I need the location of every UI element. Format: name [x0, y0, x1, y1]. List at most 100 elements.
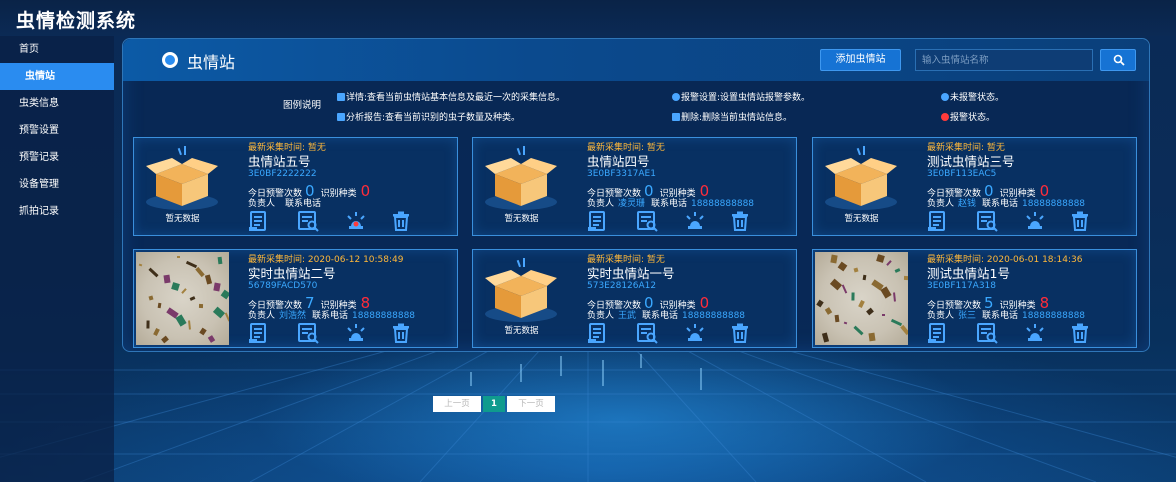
sidebar-item-capture-records[interactable]: 抓拍记录 — [0, 198, 114, 225]
station-thumbnail: 暂无数据 — [815, 140, 908, 233]
latest-time-value: 暂无 — [307, 143, 326, 153]
station-card[interactable]: 暂无数据 最新采集时间: 暂无 虫情站四号 3E0BF3317AE1 今日预警次数 0 识别… — [472, 137, 797, 236]
delete-icon[interactable] — [390, 322, 412, 344]
stats-row: 今日预警次数 0 识别种类 0 — [927, 182, 1137, 200]
person-name[interactable]: 凌灵珊 — [618, 199, 645, 209]
analysis-report-icon[interactable] — [636, 322, 658, 344]
capture-photo[interactable] — [136, 252, 229, 345]
station-card[interactable]: 暂无数据 最新采集时间: 暂无 测试虫情站三号 3E0BF113EAC5 今日预警次数 0… — [812, 137, 1137, 236]
detail-icon[interactable] — [927, 322, 949, 344]
station-info: 最新采集时间: 2020-06-12 10:58:49 实时虫情站二号 56789F… — [248, 254, 458, 344]
station-search-input[interactable] — [915, 49, 1093, 71]
station-name[interactable]: 实时虫情站一号 — [587, 266, 797, 281]
analysis-report-icon[interactable] — [297, 210, 319, 232]
legend-not-alarmed: 未报警状态。 — [941, 90, 1004, 103]
detail-icon — [337, 93, 345, 101]
card-actions — [927, 322, 1127, 344]
empty-box-icon — [136, 144, 229, 217]
empty-box-icon — [475, 256, 568, 329]
alarmed-icon[interactable] — [345, 210, 367, 232]
analysis-report-icon — [337, 113, 345, 121]
delete-icon[interactable] — [729, 210, 751, 232]
alarmed-icon — [941, 113, 949, 121]
station-name[interactable]: 测试虫情站1号 — [927, 266, 1137, 281]
alarm-settings-icon[interactable] — [684, 210, 706, 232]
today-alerts-label: 今日预警次数 — [587, 301, 642, 311]
person-label: 负责人 — [248, 199, 276, 209]
capture-photo[interactable] — [815, 252, 908, 345]
no-data-label: 暂无数据 — [504, 326, 539, 336]
analysis-report-icon[interactable] — [636, 210, 658, 232]
station-card[interactable]: 暂无数据 最新采集时间: 暂无 实时虫情站一号 573E28126A12 今日预警次数 0… — [472, 249, 797, 348]
background-grid — [0, 350, 1176, 482]
phone-label: 联系电话 — [285, 199, 322, 209]
alarm-settings-icon[interactable] — [684, 322, 706, 344]
analysis-report-icon[interactable] — [297, 322, 319, 344]
person-name[interactable]: 刘浩然 — [279, 311, 306, 321]
detail-icon[interactable] — [248, 322, 270, 344]
not-alarmed-icon — [941, 93, 949, 101]
detail-icon[interactable] — [927, 210, 949, 232]
person-name[interactable]: 王武 — [618, 311, 636, 321]
station-info: 最新采集时间: 2020-06-01 18:14:36 测试虫情站1号 3E0BF1… — [927, 254, 1137, 344]
person-name[interactable]: 张三 — [958, 311, 976, 321]
sidebar-item-insect-info[interactable]: 虫类信息 — [0, 90, 114, 117]
alarm-settings-icon[interactable] — [1024, 210, 1046, 232]
today-alerts-label: 今日预警次数 — [587, 189, 642, 199]
sidebar-item-alert-records[interactable]: 预警记录 — [0, 144, 114, 171]
station-card[interactable]: 最新采集时间: 2020-06-12 10:58:49 实时虫情站二号 56789F… — [133, 249, 458, 348]
phone-number: 18888888888 — [682, 311, 746, 321]
panel-toolbar: 虫情站 添加虫情站 — [123, 39, 1149, 81]
person-label: 负责人 — [927, 311, 955, 321]
species-count: 0 — [1039, 182, 1050, 200]
empty-box-icon — [815, 144, 908, 217]
station-name[interactable]: 虫情站五号 — [248, 154, 458, 169]
station-thumbnail: 暂无数据 — [475, 252, 568, 345]
sidebar-item-stations[interactable]: 虫情站 — [0, 63, 114, 90]
search-icon — [1113, 54, 1125, 66]
legend-delete: 删除:删除当前虫情站信息。 — [672, 110, 792, 123]
page-number-button[interactable]: 1 — [483, 396, 505, 412]
delete-icon[interactable] — [729, 322, 751, 344]
station-info: 最新采集时间: 暂无 虫情站四号 3E0BF3317AE1 今日预警次数 0 识别种类 0 负… — [587, 142, 797, 232]
station-card[interactable]: 暂无数据 最新采集时间: 暂无 虫情站五号 3E0BF2222222 今日预警次数 0 识别… — [133, 137, 458, 236]
app-title: 虫情检测系统 — [16, 10, 137, 32]
prev-page-button[interactable]: 上一页 — [433, 396, 481, 412]
latest-time-value: 2020-06-12 10:58:49 — [307, 255, 404, 265]
station-name[interactable]: 实时虫情站二号 — [248, 266, 458, 281]
person-name[interactable]: 赵钱 — [958, 199, 976, 209]
alarm-settings-icon[interactable] — [345, 322, 367, 344]
species-label: 识别种类 — [659, 301, 696, 311]
sidebar-item-alert-settings[interactable]: 预警设置 — [0, 117, 114, 144]
card-actions — [587, 322, 787, 344]
next-page-button[interactable]: 下一页 — [507, 396, 555, 412]
sidebar-item-device-management[interactable]: 设备管理 — [0, 171, 114, 198]
detail-icon[interactable] — [587, 322, 609, 344]
detail-icon[interactable] — [587, 210, 609, 232]
search-button[interactable] — [1100, 49, 1136, 71]
station-code: 3E0BF3317AE1 — [587, 169, 656, 179]
station-name[interactable]: 虫情站四号 — [587, 154, 797, 169]
alarm-settings-icon[interactable] — [1024, 322, 1046, 344]
analysis-report-icon[interactable] — [976, 210, 998, 232]
detail-icon[interactable] — [248, 210, 270, 232]
station-code: 56789FACD570 — [248, 281, 318, 291]
latest-capture-time: 最新采集时间: 暂无 — [587, 254, 797, 266]
card-actions — [927, 210, 1127, 232]
no-data-label: 暂无数据 — [165, 214, 200, 224]
species-label: 识别种类 — [999, 189, 1036, 199]
station-card[interactable]: 最新采集时间: 2020-06-01 18:14:36 测试虫情站1号 3E0BF1… — [812, 249, 1137, 348]
delete-icon[interactable] — [1069, 210, 1091, 232]
delete-icon[interactable] — [390, 210, 412, 232]
phone-number: 18888888888 — [1022, 199, 1086, 209]
today-alerts-label: 今日预警次数 — [248, 301, 303, 311]
delete-icon[interactable] — [1069, 322, 1091, 344]
add-station-button[interactable]: 添加虫情站 — [820, 49, 901, 71]
station-name[interactable]: 测试虫情站三号 — [927, 154, 1137, 169]
stats-row: 今日预警次数 7 识别种类 8 — [248, 294, 458, 312]
sidebar-item-home[interactable]: 首页 — [0, 36, 114, 63]
latest-time-label: 最新采集时间: — [587, 143, 647, 153]
station-thumbnail — [136, 252, 229, 345]
analysis-report-icon[interactable] — [976, 322, 998, 344]
latest-time-label: 最新采集时间: — [927, 255, 987, 265]
